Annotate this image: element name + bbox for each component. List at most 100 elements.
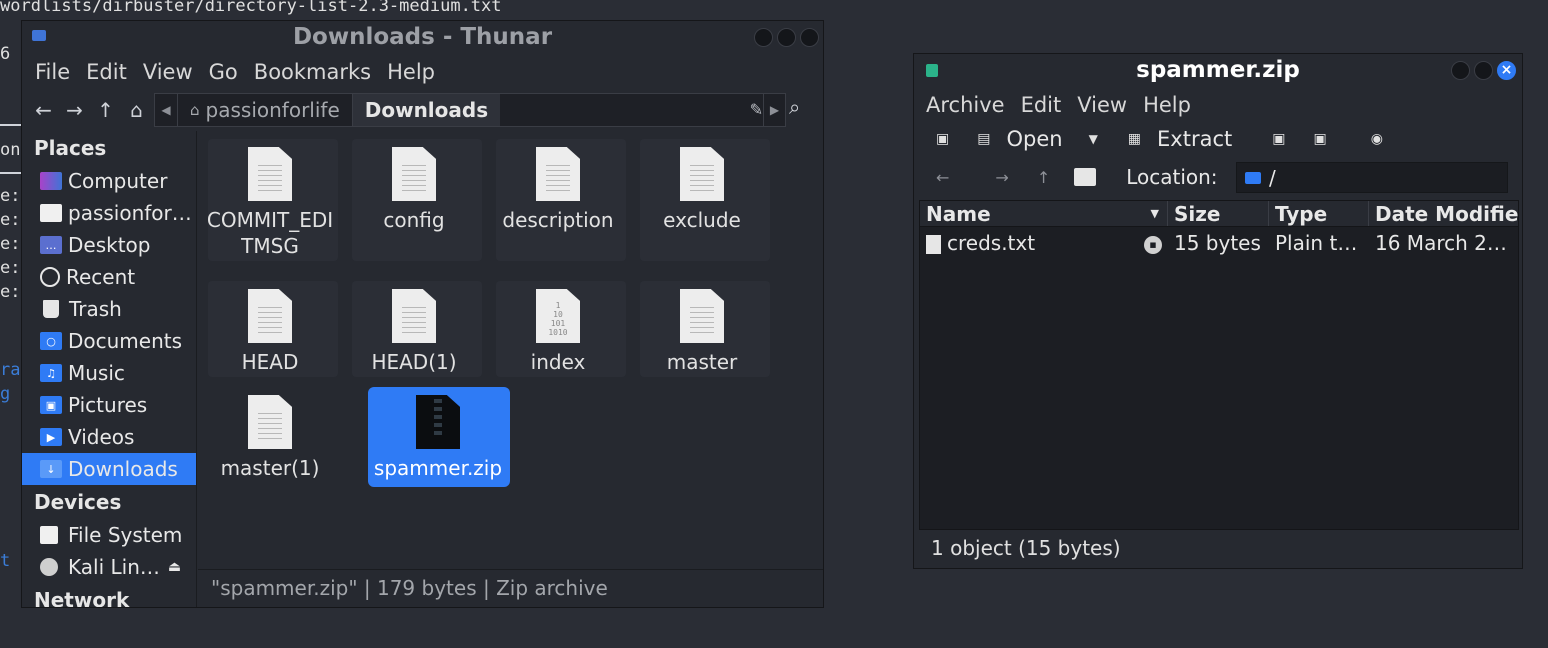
back-arrow-icon[interactable]: ←: [936, 168, 949, 187]
zip-archive-icon: [416, 395, 460, 449]
terminal-line: e:: [0, 282, 21, 302]
sidebar-item-computer[interactable]: Computer: [22, 165, 196, 197]
sidebar-item-videos[interactable]: ▶ Videos: [22, 421, 196, 453]
file-grid: COMMIT_EDITMSG config description exclud…: [198, 131, 823, 567]
forward-arrow-icon[interactable]: →: [995, 168, 1008, 187]
recent-clock-icon: [40, 267, 60, 287]
sidebar-item-filesystem[interactable]: File System: [22, 519, 196, 551]
sidebar-heading-network: Network: [34, 588, 130, 607]
new-archive-icon[interactable]: ▣: [936, 131, 949, 147]
music-folder-icon: ♫: [40, 364, 62, 382]
sidebar-item-desktop[interactable]: … Desktop: [22, 229, 196, 261]
add-folder-icon[interactable]: ▣: [1313, 131, 1326, 147]
breadcrumb-home[interactable]: ⌂ passionforlife: [177, 94, 352, 126]
breadcrumb-downloads[interactable]: Downloads: [351, 94, 501, 126]
file-item[interactable]: master(1): [202, 387, 338, 483]
sidebar-item-kali-disc[interactable]: Kali Lin… ⏏: [22, 551, 196, 583]
location-label: Location:: [1126, 165, 1218, 189]
home-icon[interactable]: ⌂: [121, 98, 152, 122]
menu-edit[interactable]: Edit: [78, 60, 135, 84]
extract-button[interactable]: Extract: [1157, 127, 1232, 151]
home-folder-icon[interactable]: [1074, 168, 1097, 186]
column-name[interactable]: Name ▼: [920, 201, 1168, 226]
sidebar-item-pictures[interactable]: ▣ Pictures: [22, 389, 196, 421]
maximize-button[interactable]: [1474, 61, 1493, 80]
terminal-line: t: [0, 551, 11, 571]
sidebar-item-recent[interactable]: Recent: [22, 261, 196, 293]
text-file-icon: [248, 289, 292, 343]
lock-icon: ▪: [1144, 236, 1162, 254]
menu-edit[interactable]: Edit: [1013, 93, 1070, 117]
back-arrow-icon[interactable]: ←: [28, 98, 59, 122]
close-button[interactable]: [800, 28, 819, 47]
open-icon[interactable]: ▤: [977, 131, 990, 147]
file-item-selected[interactable]: spammer.zip: [368, 387, 510, 487]
file-item[interactable]: HEAD(1): [346, 281, 482, 377]
sidebar-item-home[interactable]: passionfor…: [22, 197, 196, 229]
location-field[interactable]: /: [1236, 162, 1508, 193]
stop-icon[interactable]: ◉: [1371, 131, 1383, 147]
sidebar-item-downloads[interactable]: ↓ Downloads: [22, 453, 196, 485]
file-item[interactable]: COMMIT_EDITMSG: [202, 139, 338, 261]
search-icon[interactable]: ⌕: [789, 95, 800, 119]
table-row[interactable]: creds.txt ▪ 15 bytes Plain te… 16 March …: [920, 227, 1518, 259]
file-item[interactable]: HEAD: [202, 281, 338, 377]
table-header: Name ▼ Size Type Date Modified: [920, 201, 1518, 227]
forward-arrow-icon[interactable]: →: [59, 98, 90, 122]
thunar-titlebar[interactable]: Downloads - Thunar: [22, 21, 823, 57]
trash-icon: [43, 300, 59, 318]
text-file-icon: [536, 147, 580, 201]
file-item[interactable]: description: [490, 139, 626, 261]
file-name: HEAD(1): [371, 350, 457, 374]
menu-go[interactable]: Go: [201, 60, 246, 84]
close-button[interactable]: ×: [1497, 61, 1516, 80]
sidebar-item-music[interactable]: ♫ Music: [22, 357, 196, 389]
home-folder-icon: [40, 204, 62, 222]
scroll-left-icon[interactable]: ◀: [155, 103, 177, 117]
disc-icon: [40, 558, 58, 576]
sidebar-item-documents[interactable]: ○ Documents: [22, 325, 196, 357]
sidebar-item-trash[interactable]: Trash: [22, 293, 196, 325]
up-arrow-icon[interactable]: ↑: [90, 98, 121, 122]
sidebar: Places Computer passionfor… … Desktop Rec…: [22, 131, 197, 607]
file-item[interactable]: 1 10 101 1010 index: [490, 281, 626, 377]
file-name: exclude: [663, 208, 741, 232]
add-files-icon[interactable]: ▣: [1272, 131, 1285, 147]
text-file-icon: [926, 235, 941, 254]
cell-size: 15 bytes: [1174, 231, 1261, 255]
terminal-line: wordlists/dirbuster/directory-list-2.3-m…: [0, 0, 502, 16]
archive-toolbar: ▣ ▤ Open ▼ ▦ Extract ▣ ▣ ◉: [914, 120, 1522, 158]
archive-titlebar[interactable]: spammer.zip ×: [914, 54, 1522, 90]
menu-file[interactable]: File: [27, 60, 78, 84]
minimize-button[interactable]: [754, 28, 773, 47]
menu-archive[interactable]: Archive: [918, 93, 1013, 117]
scroll-right-icon[interactable]: ▶: [763, 94, 785, 126]
sort-descending-icon: ▼: [1150, 207, 1159, 220]
eject-icon[interactable]: ⏏: [168, 559, 181, 575]
up-arrow-icon[interactable]: ↑: [1037, 168, 1050, 187]
menu-view[interactable]: View: [1069, 93, 1135, 117]
menu-help[interactable]: Help: [1135, 93, 1199, 117]
menu-view[interactable]: View: [135, 60, 201, 84]
open-dropdown-icon[interactable]: ▼: [1089, 132, 1098, 146]
column-size[interactable]: Size: [1168, 201, 1269, 226]
file-item[interactable]: exclude: [634, 139, 770, 261]
menu-bookmarks[interactable]: Bookmarks: [246, 60, 379, 84]
file-name: spammer.zip: [373, 456, 503, 480]
terminal-rule: [0, 124, 22, 126]
minimize-button[interactable]: [1451, 61, 1470, 80]
menu-help[interactable]: Help: [379, 60, 443, 84]
open-button[interactable]: Open: [1006, 127, 1062, 151]
archive-window: spammer.zip × Archive Edit View Help ▣ ▤…: [913, 53, 1523, 569]
terminal-line: 6: [0, 44, 11, 64]
sidebar-heading-devices: Devices: [34, 490, 122, 514]
edit-pencil-icon[interactable]: ✎: [750, 100, 763, 119]
status-bar: "spammer.zip" | 179 bytes | Zip archive: [198, 569, 823, 607]
file-item[interactable]: master: [634, 281, 770, 377]
maximize-button[interactable]: [777, 28, 796, 47]
extract-icon[interactable]: ▦: [1128, 131, 1141, 147]
column-type[interactable]: Type: [1269, 201, 1369, 226]
file-item[interactable]: config: [346, 139, 482, 261]
column-date-modified[interactable]: Date Modified: [1369, 201, 1518, 226]
file-name: index: [530, 350, 586, 374]
